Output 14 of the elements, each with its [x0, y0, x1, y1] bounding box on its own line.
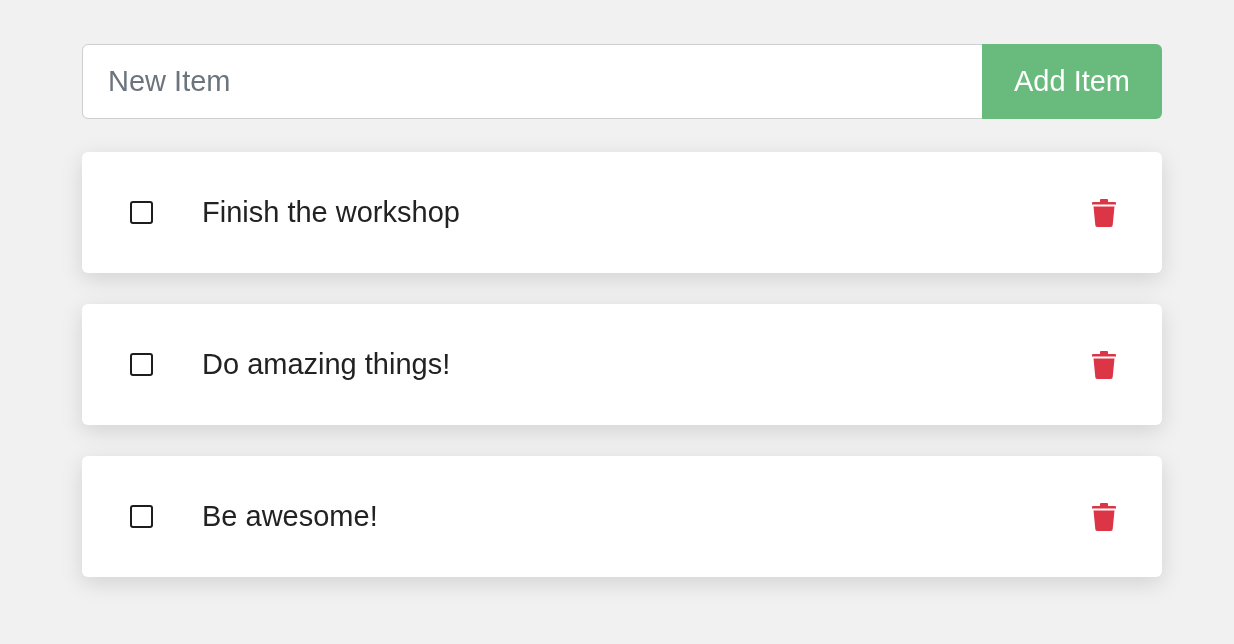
todo-checkbox[interactable] [130, 353, 153, 376]
delete-button[interactable] [1092, 198, 1116, 227]
todo-text: Do amazing things! [202, 346, 451, 382]
trash-icon [1092, 350, 1116, 379]
delete-button[interactable] [1092, 350, 1116, 379]
todo-text: Be awesome! [202, 498, 378, 534]
delete-button[interactable] [1092, 502, 1116, 531]
add-item-button[interactable]: Add Item [982, 44, 1162, 119]
todo-checkbox[interactable] [130, 201, 153, 224]
trash-icon [1092, 502, 1116, 531]
new-item-field[interactable]: New Item [82, 44, 983, 119]
trash-icon [1092, 198, 1116, 227]
todo-checkbox[interactable] [130, 505, 153, 528]
todo-text: Finish the workshop [202, 194, 460, 230]
